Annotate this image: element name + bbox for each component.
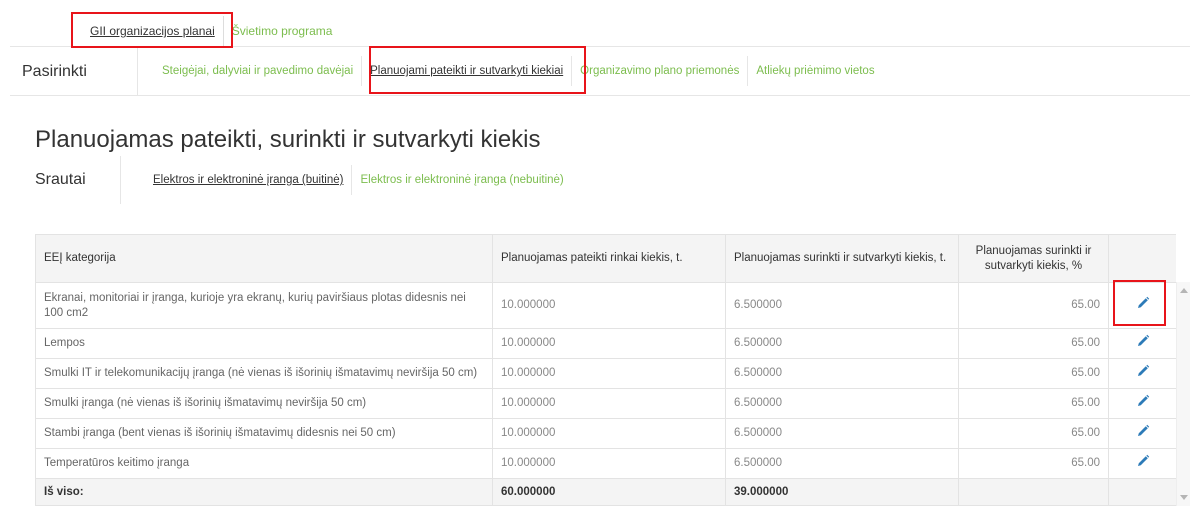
- cell-percent: 65.00: [958, 328, 1109, 359]
- cell-collected: 6.500000: [725, 282, 959, 329]
- table-row: Smulki IT ir telekomunikacijų įranga (nė…: [35, 358, 1176, 389]
- nav-organizavimo-priemones[interactable]: Organizavimo plano priemonės: [571, 56, 747, 86]
- cell-collected: 6.500000: [725, 358, 959, 389]
- cell-collected: 6.500000: [725, 328, 959, 359]
- select-bar-label: Pasirinkti: [10, 47, 138, 95]
- pencil-icon[interactable]: [1135, 333, 1151, 349]
- pencil-icon[interactable]: [1135, 453, 1151, 469]
- select-bar-items: Steigėjai, dalyviai ir pavedimo davėjai …: [138, 47, 883, 95]
- nav-planuojami-kiekiai[interactable]: Planuojami pateikti ir sutvarkyti kiekia…: [361, 56, 571, 86]
- cell-collected: 6.500000: [725, 388, 959, 419]
- tab-gii-organizacijos-planai[interactable]: GII organizacijos planai: [90, 16, 223, 46]
- pencil-icon[interactable]: [1135, 295, 1151, 311]
- header-percent: Planuojamas surinkti ir sutvarkyti kieki…: [958, 234, 1109, 283]
- cell-category: Lempos: [35, 328, 493, 359]
- cell-action: [1108, 418, 1176, 449]
- cell-collected: 6.500000: [725, 448, 959, 479]
- cell-percent: 65.00: [958, 282, 1109, 329]
- select-bar: Pasirinkti Steigėjai, dalyviai ir pavedi…: [10, 46, 1190, 96]
- cell-percent: 65.00: [958, 388, 1109, 419]
- cell-placed: 10.000000: [492, 418, 726, 449]
- cell-percent: 65.00: [958, 418, 1109, 449]
- cell-category: Smulki įranga (nė vienas iš išorinių išm…: [35, 388, 493, 419]
- cell-action: [1108, 282, 1176, 329]
- nav-steigejai[interactable]: Steigėjai, dalyviai ir pavedimo davėjai: [162, 56, 361, 86]
- header-collected: Planuojamas surinkti ir sutvarkyti kieki…: [725, 234, 959, 283]
- cell-category: Temperatūros keitimo įranga: [35, 448, 493, 479]
- total-placed: 60.000000: [492, 478, 726, 506]
- cell-category: Smulki IT ir telekomunikacijų įranga (nė…: [35, 358, 493, 389]
- cell-placed: 10.000000: [492, 282, 726, 329]
- table-container: EEĮ kategorija Planuojamas pateikti rink…: [35, 234, 1176, 506]
- nav-atlieku-priemimo-vietos[interactable]: Atliekų priėmimo vietos: [747, 56, 882, 86]
- table-total-row: Iš viso: 60.000000 39.000000: [35, 478, 1176, 506]
- cell-action: [1108, 358, 1176, 389]
- table-row: Smulki įranga (nė vienas iš išorinių išm…: [35, 388, 1176, 419]
- total-collected: 39.000000: [725, 478, 959, 506]
- stream-nebuitine[interactable]: Elektros ir elektroninė įranga (nebuitin…: [351, 165, 571, 195]
- streams-items: Elektros ir elektroninė įranga (buitinė)…: [121, 156, 572, 204]
- cell-action: [1108, 328, 1176, 359]
- header-category: EEĮ kategorija: [35, 234, 493, 283]
- table-row: Ekranai, monitoriai ir įranga, kurioje y…: [35, 282, 1176, 329]
- cell-action: [1108, 448, 1176, 479]
- total-label: Iš viso:: [35, 478, 493, 506]
- table-row: Temperatūros keitimo įranga 10.000000 6.…: [35, 448, 1176, 479]
- table-header-row: EEĮ kategorija Planuojamas pateikti rink…: [35, 234, 1176, 283]
- cell-placed: 10.000000: [492, 358, 726, 389]
- cell-percent: 65.00: [958, 358, 1109, 389]
- table-row: Lempos 10.000000 6.500000 65.00: [35, 328, 1176, 359]
- table-scrollbar[interactable]: [1176, 282, 1190, 506]
- page: GII organizacijos planai Švietimo progra…: [0, 0, 1200, 506]
- streams-bar: Srautai Elektros ir elektroninė įranga (…: [35, 156, 572, 204]
- tab-svietimo-programa[interactable]: Švietimo programa: [222, 16, 341, 46]
- pencil-icon[interactable]: [1135, 423, 1151, 439]
- quantities-table: EEĮ kategorija Planuojamas pateikti rink…: [35, 234, 1176, 506]
- stream-buitine[interactable]: Elektros ir elektroninė įranga (buitinė): [153, 165, 351, 195]
- header-actions: [1108, 234, 1176, 283]
- cell-category: Ekranai, monitoriai ir įranga, kurioje y…: [35, 282, 493, 329]
- total-percent: [958, 478, 1109, 506]
- page-title: Planuojamas pateikti, surinkti ir sutvar…: [35, 126, 541, 153]
- scroll-down-icon[interactable]: [1180, 495, 1188, 500]
- cell-percent: 65.00: [958, 448, 1109, 479]
- pencil-icon[interactable]: [1135, 393, 1151, 409]
- header-placed: Planuojamas pateikti rinkai kiekis, t.: [492, 234, 726, 283]
- cell-action: [1108, 388, 1176, 419]
- streams-label: Srautai: [35, 156, 121, 204]
- cell-category: Stambi įranga (bent vienas iš išorinių i…: [35, 418, 493, 449]
- pencil-icon[interactable]: [1135, 363, 1151, 379]
- table-row: Stambi įranga (bent vienas iš išorinių i…: [35, 418, 1176, 449]
- total-action: [1108, 478, 1176, 506]
- top-tabs: GII organizacijos planai Švietimo progra…: [90, 16, 340, 46]
- cell-placed: 10.000000: [492, 388, 726, 419]
- cell-collected: 6.500000: [725, 418, 959, 449]
- cell-placed: 10.000000: [492, 328, 726, 359]
- cell-placed: 10.000000: [492, 448, 726, 479]
- scroll-up-icon[interactable]: [1180, 288, 1188, 293]
